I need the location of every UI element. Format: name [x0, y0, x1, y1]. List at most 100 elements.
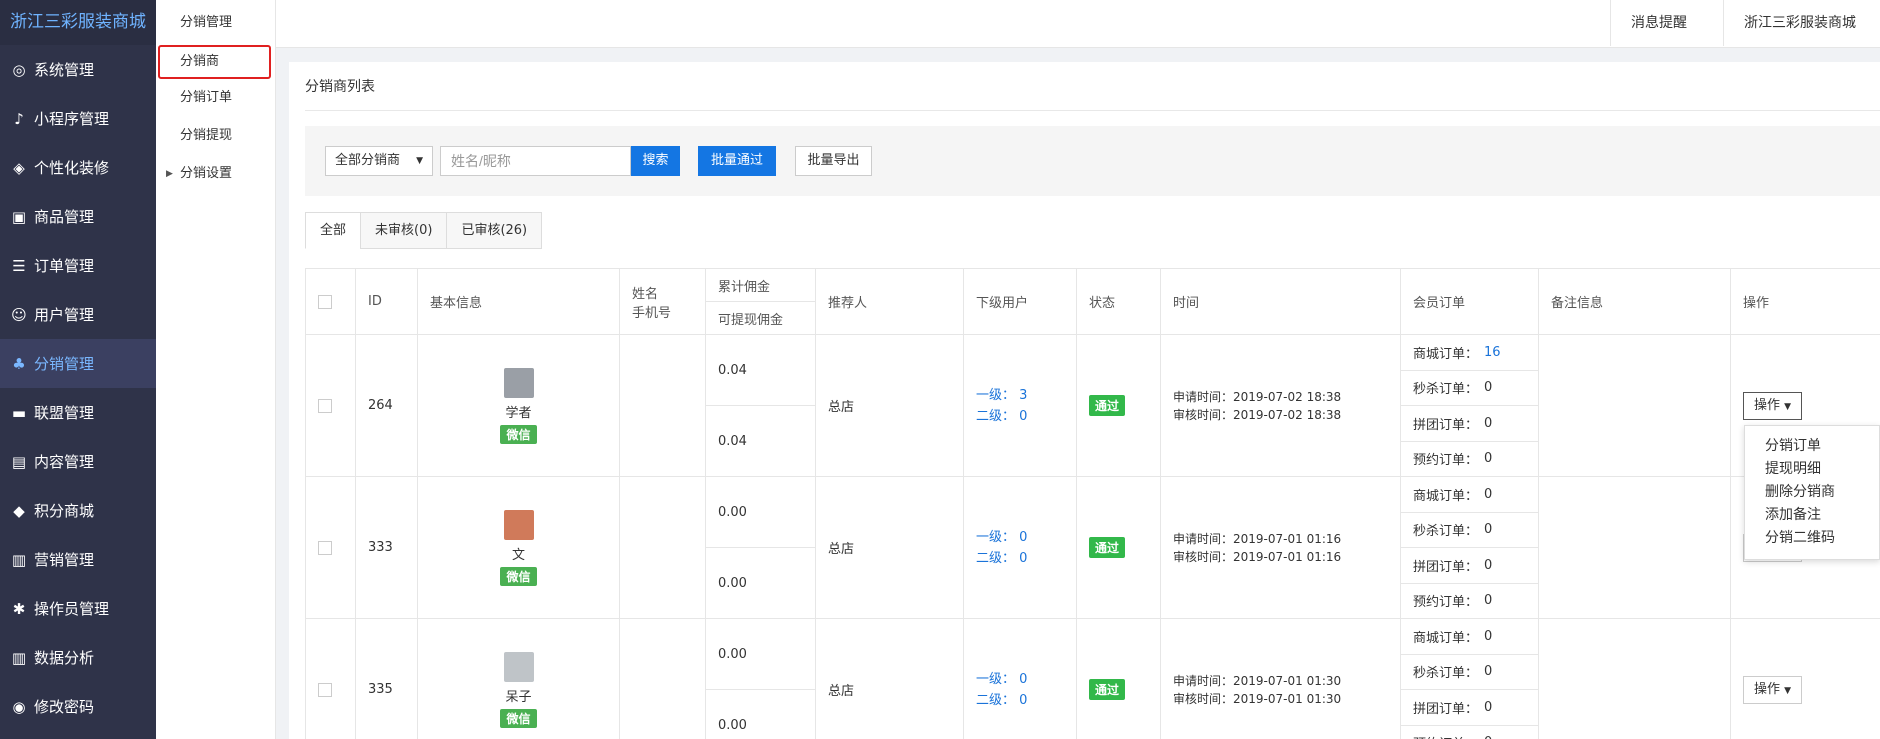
mall-orders-label: 商城订单： [1413, 630, 1479, 646]
row-checkbox[interactable] [318, 540, 332, 555]
diamond-icon: ◈ [13, 158, 25, 177]
group-orders-count: 0 [1484, 415, 1493, 431]
sidebar-item-2[interactable]: ◈ 个性化装修 [0, 143, 156, 192]
header-commission: 累计佣金 可提现佣金 [705, 268, 816, 335]
bag-icon: ▣ [11, 207, 27, 226]
menu-item-distribution-orders[interactable]: 分销订单 [1745, 435, 1879, 458]
sidebar-item-label: 内容管理 [34, 453, 95, 471]
row-commission: 0.00 0.00 [705, 476, 816, 619]
row-sub-users: 一级： 0 二级： 0 [963, 476, 1077, 619]
row-referrer: 总店 [815, 476, 964, 619]
apply-time-label: 申请时间： [1173, 531, 1234, 546]
tab-unreviewed[interactable]: 未审核(0) [360, 212, 447, 249]
sidebar-item-0[interactable]: ◎ 系统管理 [0, 45, 156, 94]
row-remark [1538, 618, 1731, 739]
select-value: 全部分销商 [335, 153, 401, 168]
apply-time-label: 申请时间： [1173, 389, 1234, 404]
document-icon: ☰ [12, 256, 26, 275]
menu-item-qr-code[interactable]: 分销二维码 [1745, 527, 1879, 550]
subnav-item-distributors[interactable]: 分销商 [158, 45, 271, 79]
actions-button[interactable]: 操作 ▼ [1743, 675, 1803, 704]
level2-link[interactable]: 二级： 0 [976, 548, 1064, 569]
level2-link[interactable]: 二级： 0 [976, 690, 1064, 711]
sidebar-item-6[interactable]: ♣ 分销管理 [0, 339, 156, 388]
caret-down-icon: ▼ [1784, 401, 1792, 412]
sidebar-item-13[interactable]: ◉ 修改密码 [0, 682, 156, 731]
level1-count: 0 [1019, 671, 1028, 687]
sidebar-item-7[interactable]: ▬ 联盟管理 [0, 388, 156, 437]
row-status-cell: 通过 [1076, 618, 1161, 739]
review-time-label: 审核时间： [1173, 407, 1234, 422]
distributor-filter-select[interactable]: 全部分销商 ▼ [325, 146, 433, 176]
search-button[interactable]: 搜索 [631, 146, 680, 176]
row-nickname: 文 [511, 547, 525, 563]
subnav-item-label: 分销商 [180, 54, 220, 69]
row-checkbox[interactable] [318, 398, 332, 413]
menu-item-withdraw-details[interactable]: 提现明细 [1745, 458, 1879, 481]
row-time: 申请时间：2019-07-01 01:16 审核时间：2019-07-01 01… [1160, 476, 1401, 619]
level2-count: 0 [1019, 692, 1028, 708]
shield-icon: ◉ [12, 697, 26, 716]
sidebar-item-1[interactable]: ♪ 小程序管理 [0, 94, 156, 143]
level2-link[interactable]: 二级： 0 [976, 406, 1064, 427]
notifications-dropdown[interactable]: 消息提醒 ▼ [1610, 0, 1723, 76]
sidebar-item-12[interactable]: ▥ 数据分析 [0, 633, 156, 682]
subnav-item-orders[interactable]: 分销订单 [156, 79, 275, 117]
brand-title[interactable]: 浙江三彩服装商城 [0, 0, 156, 45]
tab-all[interactable]: 全部 [305, 212, 361, 249]
review-time: 2019-07-01 01:30 [1233, 691, 1342, 706]
row-checkbox[interactable] [318, 682, 332, 697]
sidebar-item-11[interactable]: ✱ 操作员管理 [0, 584, 156, 633]
group-orders-count: 0 [1484, 557, 1493, 573]
row-status-cell: 通过 [1076, 334, 1161, 477]
row-basic-info: 学者 微信 [417, 334, 620, 477]
flash-orders: 秒杀订单： 0 [1401, 653, 1538, 690]
level1-link[interactable]: 一级： 0 [976, 527, 1064, 548]
subnav-item-settings[interactable]: ▶ 分销设置 [156, 155, 275, 193]
table-row: 335 呆子 微信 0.00 0.00 总店 一级： 0 二级： 0 通过 申请… [305, 618, 1880, 739]
header-remark: 备注信息 [1538, 268, 1731, 335]
store-dropdown[interactable]: 浙江三彩服装商城 ▼ [1723, 0, 1880, 76]
sidebar-item-label: 商品管理 [34, 208, 95, 226]
mall-orders: 商城订单： 0 [1401, 619, 1538, 654]
sidebar-item-10[interactable]: ▥ 营销管理 [0, 535, 156, 584]
table-row: 333 文 微信 0.00 0.00 总店 一级： 0 二级： 0 通过 申请时… [305, 476, 1880, 619]
menu-item-add-remark[interactable]: 添加备注 [1745, 504, 1879, 527]
menu-item-delete-distributor[interactable]: 删除分销商 [1745, 481, 1879, 504]
batch-export-button[interactable]: 批量导出 [795, 146, 872, 176]
booking-orders: 预约订单： 0 [1401, 582, 1538, 619]
mall-orders-label: 商城订单： [1413, 346, 1479, 362]
review-time-label: 审核时间： [1173, 691, 1234, 706]
level1-link[interactable]: 一级： 0 [976, 669, 1064, 690]
status-tabs: 全部 未审核(0) 已审核(26) [305, 212, 543, 249]
subnav-item-withdraw[interactable]: 分销提现 [156, 117, 275, 155]
sidebar-item-4[interactable]: ☰ 订单管理 [0, 241, 156, 290]
sidebar-item-9[interactable]: ◆ 积分商城 [0, 486, 156, 535]
sidebar-item-3[interactable]: ▣ 商品管理 [0, 192, 156, 241]
search-input[interactable] [440, 146, 631, 176]
batch-approve-button[interactable]: 批量通过 [698, 146, 776, 176]
tab-reviewed[interactable]: 已审核(26) [446, 212, 543, 249]
actions-button-label: 操作 [1754, 397, 1781, 413]
group-orders: 拼团订单： 0 [1401, 689, 1538, 725]
row-name-phone [619, 334, 706, 477]
booking-orders-count: 0 [1484, 451, 1493, 467]
sidebar-item-8[interactable]: ▤ 内容管理 [0, 437, 156, 486]
sidebar-item-5[interactable]: ☺ 用户管理 [0, 290, 156, 339]
mall-orders-count[interactable]: 16 [1484, 345, 1501, 360]
store-label: 浙江三彩服装商城 [1744, 15, 1856, 31]
row-actions: 操作 ▼ [1730, 618, 1880, 739]
level1-link[interactable]: 一级： 3 [976, 385, 1064, 406]
select-all-checkbox[interactable] [318, 294, 332, 309]
header-basic-info: 基本信息 [417, 268, 620, 335]
apply-time: 2019-07-01 01:30 [1233, 673, 1342, 688]
booking-orders: 预约订单： 0 [1401, 724, 1538, 739]
actions-button[interactable]: 操作 ▼ [1743, 391, 1803, 420]
wechat-badge: 微信 [500, 708, 537, 728]
mall-orders-count: 0 [1484, 486, 1493, 502]
review-time: 2019-07-01 01:16 [1233, 549, 1342, 564]
sidebar-item-label: 操作员管理 [34, 600, 110, 618]
status-badge: 通过 [1089, 679, 1126, 700]
row-status-cell: 通过 [1076, 476, 1161, 619]
subnav-item-label: 分销提现 [180, 128, 233, 143]
